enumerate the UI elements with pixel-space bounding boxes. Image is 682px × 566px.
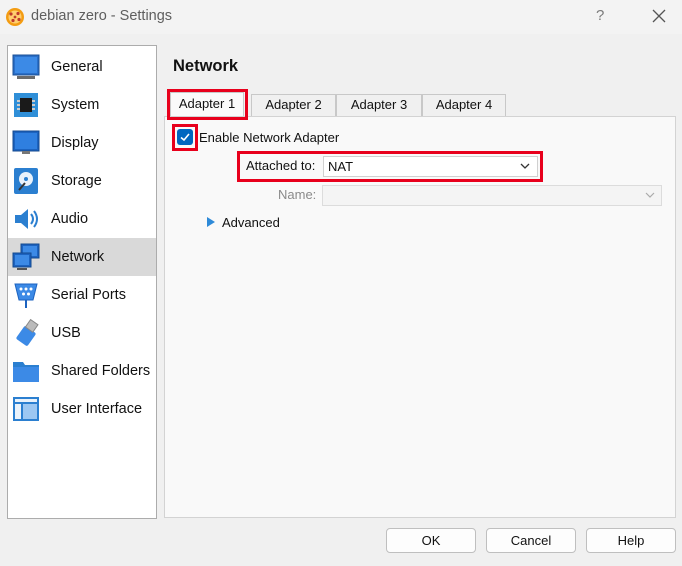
sidebar-item-network[interactable]: Network [8,238,156,276]
tab-adapter-4[interactable]: Adapter 4 [422,94,506,116]
window-title: debian zero - Settings [31,8,173,24]
system-chip-icon [14,93,38,117]
chevron-down-icon [645,192,655,198]
sidebar-item-label: General [51,59,103,75]
usb-icon [16,318,39,346]
sidebar-item-display[interactable]: Display [8,124,156,162]
user-interface-icon [13,397,39,421]
help-button[interactable]: Help [586,528,676,553]
highlight-attached-to [237,151,543,182]
sidebar-item-label: User Interface [51,401,143,417]
sidebar-item-label: System [51,97,100,113]
sidebar-item-shared-folders[interactable]: Shared Folders [8,352,156,390]
sidebar-item-label: Audio [51,211,89,227]
storage-disk-icon [14,168,38,194]
sidebar-item-label: Serial Ports [51,287,126,303]
sidebar-item-audio[interactable]: Audio [8,200,156,238]
sidebar-item-user-interface[interactable]: User Interface [8,390,156,428]
sidebar-item-usb[interactable]: USB [8,314,156,352]
advanced-toggle[interactable]: Advanced [222,215,280,230]
close-icon[interactable] [650,7,668,25]
sidebar-item-system[interactable]: System [8,86,156,124]
sidebar-item-label: Display [51,135,99,151]
network-icon [12,243,40,270]
highlight-enable-checkbox [172,124,198,151]
sidebar-item-label: Storage [51,173,102,189]
tab-adapter-2[interactable]: Adapter 2 [251,94,336,116]
enable-adapter-label[interactable]: Enable Network Adapter [199,130,339,145]
settings-sidebar: General System Display Storage Audio Net… [7,45,157,519]
folder-icon [13,362,39,382]
cancel-button[interactable]: Cancel [486,528,576,553]
sidebar-item-label: USB [51,325,81,341]
help-title-button[interactable]: ? [596,7,604,24]
tab-adapter-3[interactable]: Adapter 3 [336,94,422,116]
name-label: Name: [278,187,317,202]
general-icon [12,54,40,79]
sidebar-item-general[interactable]: General [8,48,156,86]
page-title: Network [173,57,239,75]
sidebar-item-serial-ports[interactable]: Serial Ports [8,276,156,314]
name-select[interactable] [322,185,662,206]
title-bar: debian zero - Settings ? [0,0,682,34]
highlight-adapter-1-tab [167,89,248,120]
sidebar-item-label: Network [51,249,105,265]
expand-arrow-icon[interactable] [206,216,216,228]
display-monitor-icon [12,130,40,154]
serial-port-icon [14,283,38,308]
sidebar-item-label: Shared Folders [51,363,151,379]
virtualbox-app-icon [6,8,24,26]
ok-button[interactable]: OK [386,528,476,553]
audio-speaker-icon [15,209,38,229]
sidebar-item-storage[interactable]: Storage [8,162,156,200]
